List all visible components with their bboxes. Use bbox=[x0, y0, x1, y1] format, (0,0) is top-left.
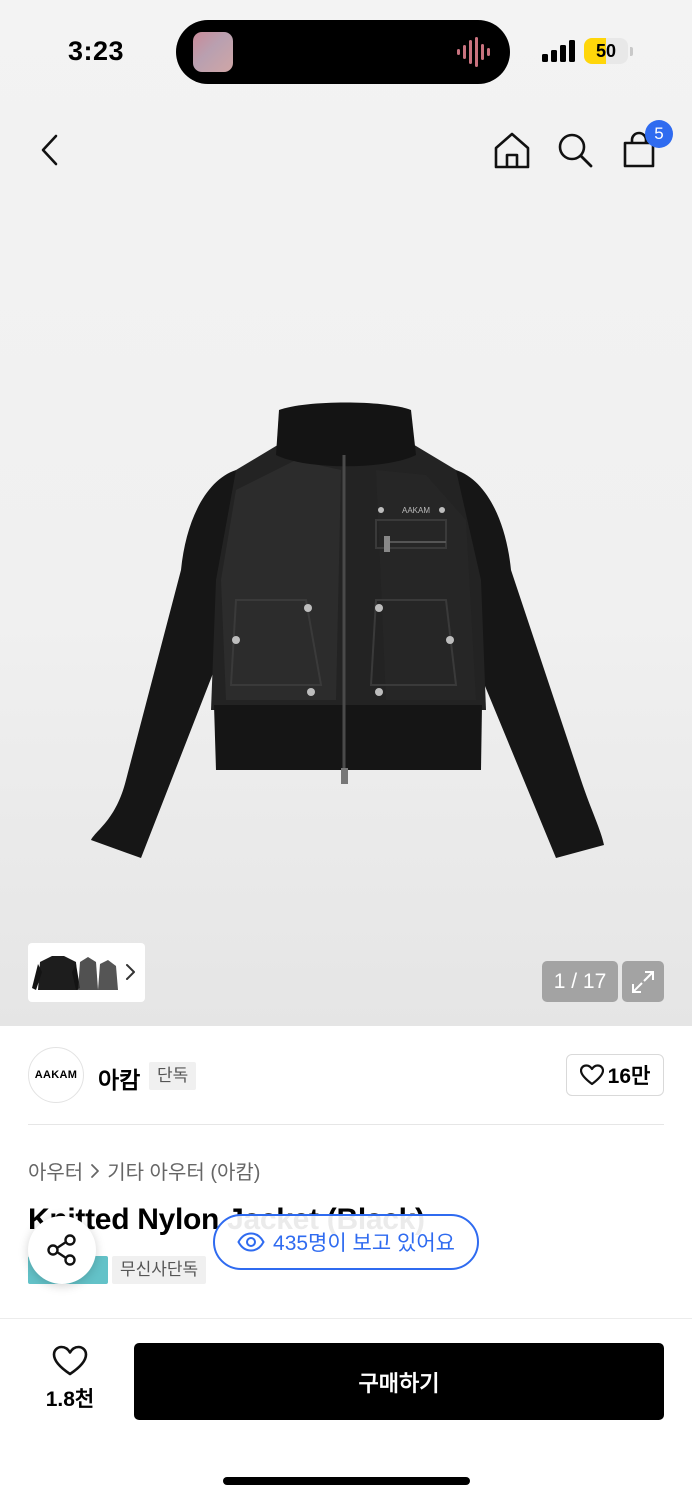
share-icon bbox=[47, 1234, 76, 1266]
expand-image-button[interactable] bbox=[622, 961, 664, 1002]
battery-icon: 50 bbox=[584, 38, 628, 64]
battery-cap bbox=[630, 47, 633, 56]
search-button[interactable] bbox=[553, 128, 597, 172]
wishlist-button[interactable]: 1.8천 bbox=[30, 1345, 110, 1419]
cellular-signal-icon bbox=[542, 40, 575, 62]
cart-count-badge: 5 bbox=[645, 120, 673, 148]
breadcrumb: 아우터 기타 아우터 (아캄) bbox=[28, 1156, 260, 1185]
svg-text:AAKAM: AAKAM bbox=[402, 506, 430, 515]
search-icon bbox=[558, 133, 593, 168]
home-button[interactable] bbox=[490, 128, 534, 172]
bottom-action-bar: 1.8천 구매하기 bbox=[0, 1318, 692, 1500]
brand-like-button[interactable]: 16만 bbox=[566, 1054, 664, 1096]
now-playing-thumbnail bbox=[193, 32, 233, 72]
product-image-jacket[interactable]: AAKAM bbox=[86, 400, 606, 860]
live-viewers-pill: 435명이 보고 있어요 bbox=[213, 1214, 479, 1270]
brand-name[interactable]: 아캄 bbox=[98, 1061, 140, 1095]
section-divider bbox=[28, 1124, 664, 1125]
dynamic-island bbox=[176, 20, 510, 84]
breadcrumb-item[interactable]: 기타 아우터 (아캄) bbox=[107, 1156, 260, 1185]
brand-row: AAKAM 아캄 단독 16만 bbox=[0, 1026, 692, 1126]
cart-button[interactable]: 5 bbox=[617, 120, 673, 172]
chevron-left-icon bbox=[41, 134, 58, 166]
back-button[interactable] bbox=[28, 128, 72, 172]
brand-logo[interactable]: AAKAM bbox=[28, 1047, 84, 1103]
home-indicator bbox=[223, 1477, 470, 1485]
exclusive-badge: 단독 bbox=[149, 1062, 197, 1090]
live-viewers-text: 435명이 보고 있어요 bbox=[273, 1232, 455, 1255]
top-nav-bar: 5 bbox=[0, 110, 692, 190]
heart-icon bbox=[52, 1345, 88, 1376]
thumbnail-strip[interactable] bbox=[28, 943, 145, 1002]
chevron-right-icon bbox=[91, 1163, 100, 1178]
image-page-counter: 1 / 17 bbox=[542, 961, 618, 1002]
jacket-thumbnails bbox=[32, 955, 118, 990]
musinsa-exclusive-tag: 무신사단독 bbox=[112, 1256, 207, 1284]
heart-icon bbox=[579, 1064, 604, 1086]
brand-like-count: 16만 bbox=[607, 1065, 651, 1088]
chevron-right-icon bbox=[126, 964, 135, 980]
battery-level: 50 bbox=[595, 41, 617, 61]
eye-icon bbox=[237, 1232, 265, 1252]
status-time: 3:23 bbox=[68, 36, 125, 66]
wishlist-count: 1.8천 bbox=[45, 1388, 95, 1411]
buy-button[interactable]: 구매하기 bbox=[134, 1343, 664, 1420]
audio-wave-icon bbox=[457, 37, 490, 67]
status-bar: 3:23 50 bbox=[0, 0, 692, 100]
expand-icon bbox=[632, 970, 654, 993]
breadcrumb-item[interactable]: 아우터 bbox=[28, 1156, 83, 1185]
home-icon bbox=[494, 132, 530, 169]
share-button[interactable] bbox=[28, 1216, 96, 1284]
